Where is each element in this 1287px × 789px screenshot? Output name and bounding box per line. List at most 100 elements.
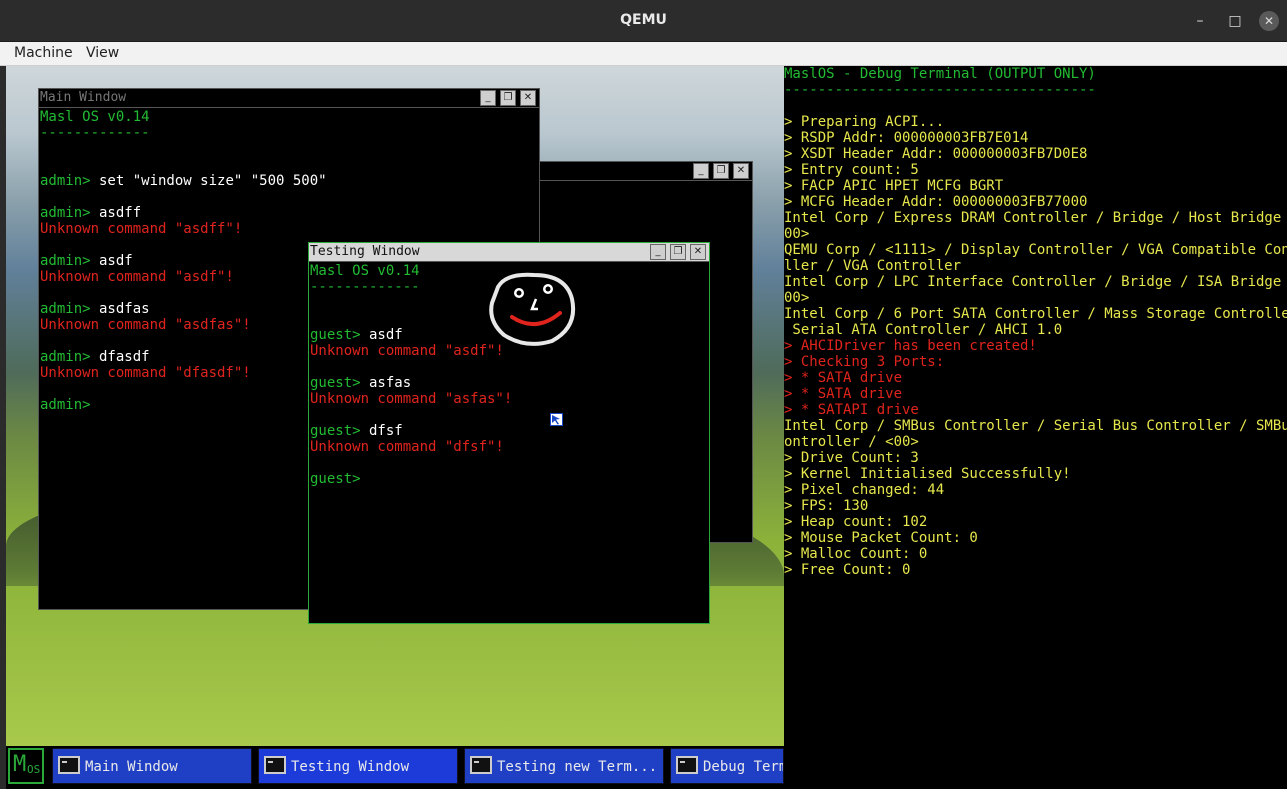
taskbar-item-debug-terminal[interactable]: Debug Term <box>670 748 784 784</box>
console-input: asfas <box>360 375 412 391</box>
console-output: 00> <box>784 290 810 306</box>
start-logo-m: M <box>13 752 27 777</box>
console-line: Unknown command "asdff"! <box>40 221 538 237</box>
console-line: > Entry count: 5 <box>784 162 1287 178</box>
console-prompt: admin> <box>40 173 91 189</box>
console-line: > * SATA drive <box>784 370 1287 386</box>
console-output: ller / VGA Controller <box>784 258 962 274</box>
console-output: > XSDT Header Addr: 000000003FB7D0E8 <box>784 146 1088 162</box>
taskbar-item-main-window[interactable]: Main Window <box>52 748 252 784</box>
window-close-icon[interactable]: ✕ <box>690 244 706 260</box>
terminal-icon <box>470 756 492 774</box>
terminal-icon <box>264 756 286 774</box>
console-line: > Heap count: 102 <box>784 514 1287 530</box>
console-output: Unknown command "dfasdf"! <box>40 365 251 381</box>
window-minimize-icon[interactable]: _ <box>480 90 496 106</box>
window-restore-icon[interactable]: ❐ <box>670 244 686 260</box>
console-output: 00> <box>784 226 810 242</box>
console-output: Unknown command "dfsf"! <box>310 439 504 455</box>
console-line: > Mouse Packet Count: 0 <box>784 530 1287 546</box>
taskbar-item-label: Main Window <box>85 759 178 775</box>
window-restore-icon[interactable]: ❐ <box>713 163 729 179</box>
console-line: > Malloc Count: 0 <box>784 546 1287 562</box>
taskbar-item-label: Debug Term <box>703 759 784 775</box>
console-prompt: admin> <box>40 301 91 317</box>
console-output: ------------- <box>40 125 150 141</box>
console-prompt: admin> <box>40 205 91 221</box>
window-minimize-icon[interactable]: _ <box>693 163 709 179</box>
console-output: Unknown command "asdfas"! <box>40 317 251 333</box>
window-restore-icon[interactable]: ❐ <box>500 90 516 106</box>
start-button[interactable]: M OS <box>8 748 44 784</box>
console-line: 00> <box>784 290 1287 306</box>
console-output: > RSDP Addr: 000000003FB7E014 <box>784 130 1029 146</box>
taskbar-item-testing-window[interactable]: Testing Window <box>258 748 458 784</box>
console-output: > Free Count: 0 <box>784 562 911 578</box>
console-prompt: guest> <box>310 375 361 391</box>
console-line: ller / VGA Controller <box>784 258 1287 274</box>
console-output: > FPS: 130 <box>784 498 869 514</box>
console-output: > MCFG Header Addr: 000000003FB77000 <box>784 194 1088 210</box>
console-output: > Checking 3 Ports: <box>784 354 945 370</box>
console-input: dfasdf <box>90 349 150 365</box>
console-prompt: guest> <box>310 423 361 439</box>
console-line: Intel Corp / Express DRAM Controller / B… <box>784 210 1287 226</box>
console-line: Intel Corp / 6 Port SATA Controller / Ma… <box>784 306 1287 322</box>
menu-view[interactable]: View <box>86 45 119 61</box>
console-line: > * SATA drive <box>784 386 1287 402</box>
start-logo-os: OS <box>27 763 41 776</box>
close-icon[interactable]: ✕ <box>1259 11 1279 31</box>
console-line: MaslOS - Debug Terminal (OUTPUT ONLY) <box>784 66 1287 82</box>
window-minimize-icon[interactable]: _ <box>650 244 666 260</box>
console-output: > Heap count: 102 <box>784 514 928 530</box>
window-titlebar[interactable]: Main Window _ ❐ ✕ <box>39 89 539 108</box>
console-line: > Drive Count: 3 <box>784 450 1287 466</box>
console-line: QEMU Corp / <1111> / Display Controller … <box>784 242 1287 258</box>
terminal-icon <box>58 756 80 774</box>
console-output: > * SATAPI drive <box>784 402 919 418</box>
console-prompt: admin> <box>40 253 91 269</box>
console-prompt: admin> <box>40 397 91 413</box>
console-prompt: guest> <box>310 327 361 343</box>
console-output: Masl OS v0.14 <box>310 263 420 279</box>
console-output: MaslOS - Debug Terminal (OUTPUT ONLY) <box>784 66 1096 82</box>
console-output: QEMU Corp / <1111> / Display Controller … <box>784 242 1287 258</box>
console-output: Unknown command "asfas"! <box>310 391 513 407</box>
taskbar-item-testing-new-terminal[interactable]: Testing new Term... <box>464 748 664 784</box>
maximize-icon[interactable]: □ <box>1225 11 1245 31</box>
console-output: Intel Corp / SMBus Controller / Serial B… <box>784 418 1287 434</box>
qemu-titlebar: QEMU – □ ✕ <box>0 0 1287 42</box>
taskbar-item-label: Testing new Term... <box>497 759 658 775</box>
taskbar-item-label: Testing Window <box>291 759 410 775</box>
console-output: Unknown command "asdf"! <box>310 343 504 359</box>
terminal-icon <box>676 756 698 774</box>
console-output: > AHCIDriver has been created! <box>784 338 1037 354</box>
console-input: asdfas <box>90 301 150 317</box>
taskbar: M OS Main Window Testing Window Testing … <box>6 746 784 789</box>
console-line: ontroller / <00> <box>784 434 1287 450</box>
console-line: > RSDP Addr: 000000003FB7E014 <box>784 130 1287 146</box>
console-line: > XSDT Header Addr: 000000003FB7D0E8 <box>784 146 1287 162</box>
console-line: admin> set "window size" "500 500" <box>40 173 538 189</box>
console-output: Serial ATA Controller / AHCI 1.0 <box>784 322 1063 338</box>
console-line: > FACP APIC HPET MCFG BGRT <box>784 178 1287 194</box>
console-line: guest> asfas <box>310 375 708 391</box>
console-output: ontroller / <00> <box>784 434 919 450</box>
window-close-icon[interactable]: ✕ <box>733 163 749 179</box>
menu-machine[interactable]: Machine <box>14 45 73 61</box>
console-line: Serial ATA Controller / AHCI 1.0 <box>784 322 1287 338</box>
console-output: > Malloc Count: 0 <box>784 546 928 562</box>
console-line: > Pixel changed: 44 <box>784 482 1287 498</box>
console-output: Unknown command "asdff"! <box>40 221 243 237</box>
console-line: guest> dfsf <box>310 423 708 439</box>
console-output: ------------------------------------- <box>784 82 1096 98</box>
console-input: asdf <box>90 253 133 269</box>
window-close-icon[interactable]: ✕ <box>520 90 536 106</box>
console-output: ------------- <box>310 279 420 295</box>
window-titlebar[interactable]: Testing Window _ ❐ ✕ <box>309 243 709 262</box>
qemu-window-title: QEMU <box>620 12 667 28</box>
minimize-icon[interactable]: – <box>1190 11 1210 31</box>
